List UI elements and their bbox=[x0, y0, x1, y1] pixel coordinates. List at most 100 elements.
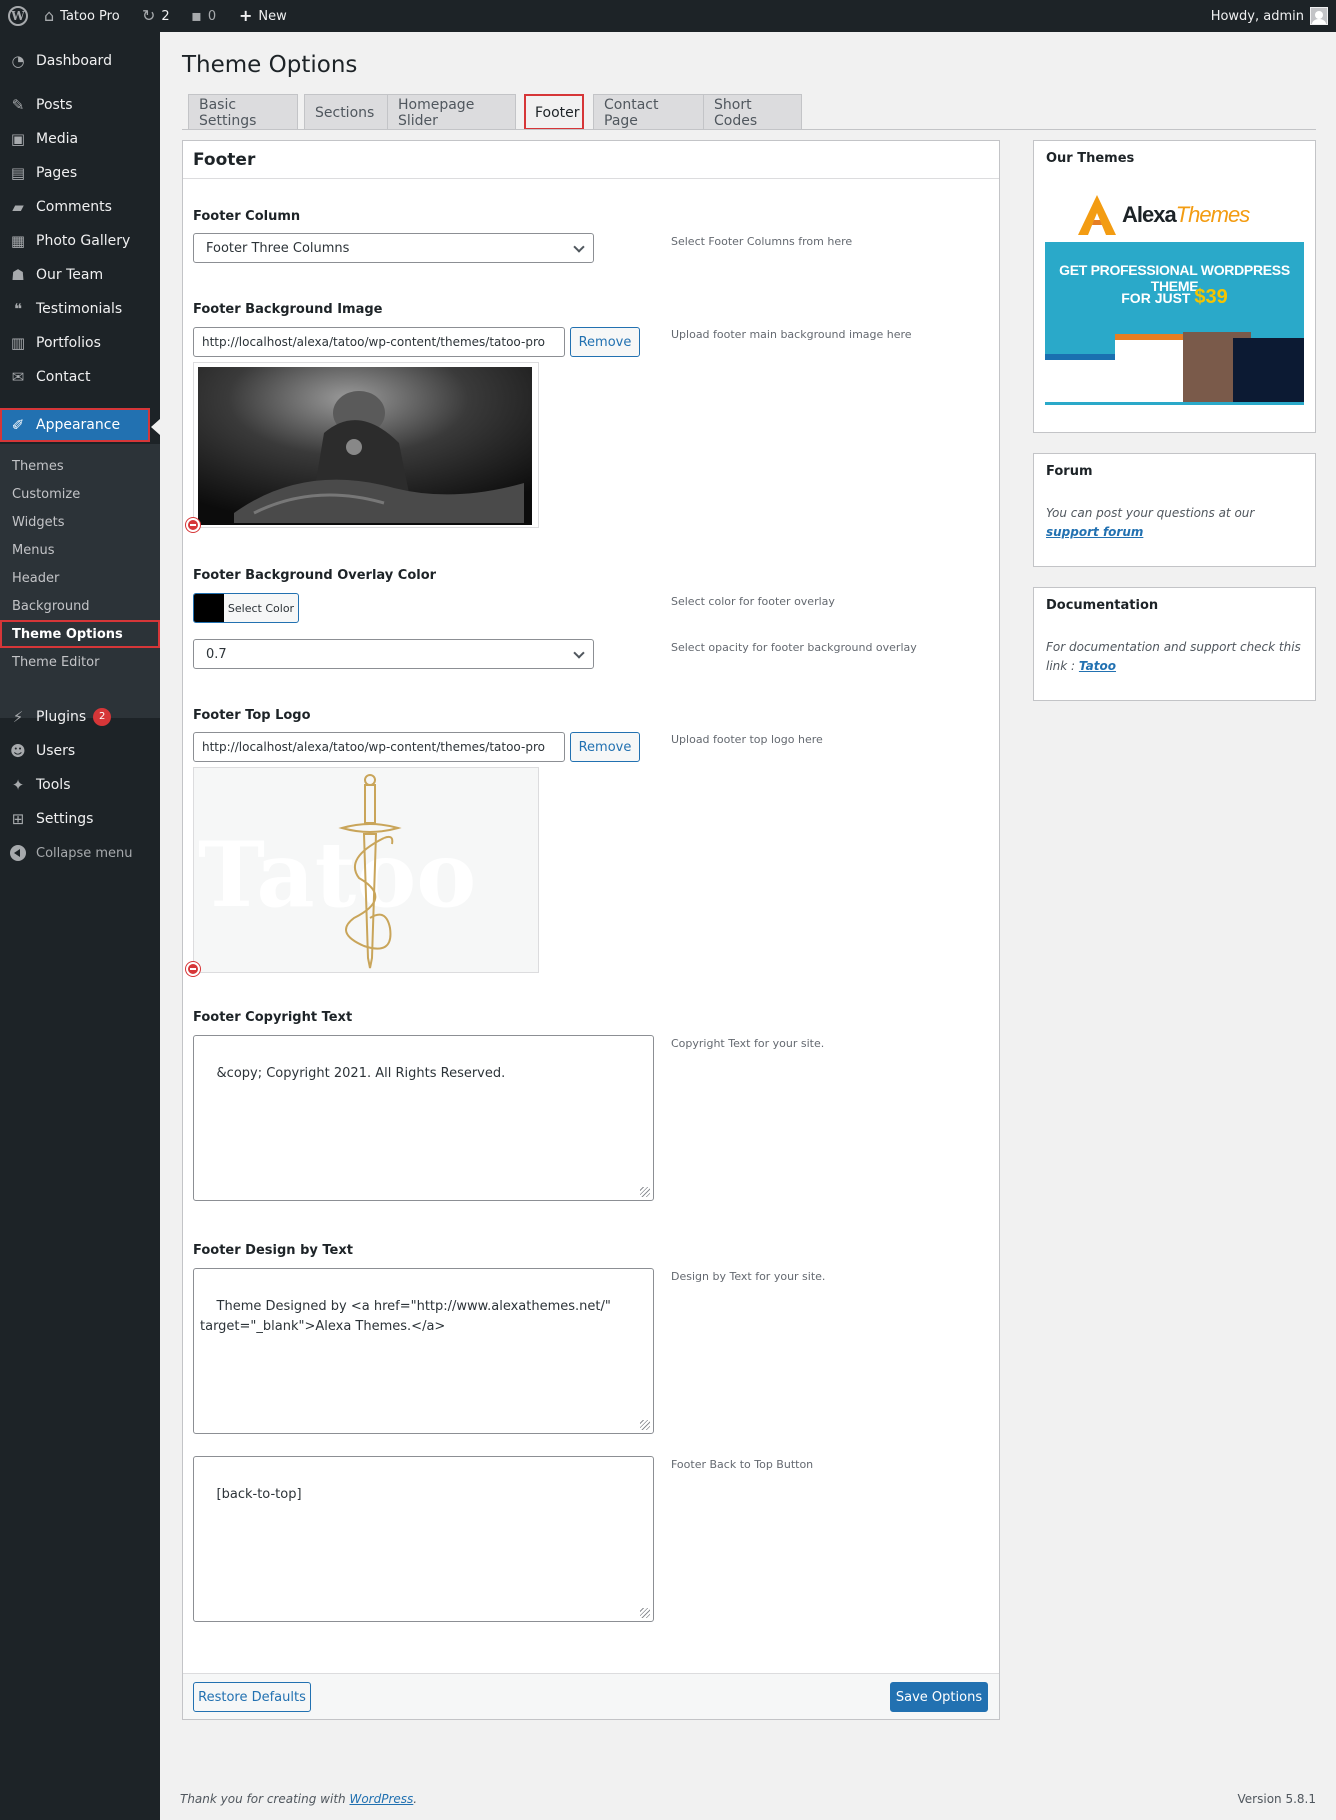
bg-image-remove-button[interactable]: Remove bbox=[570, 327, 640, 357]
design-by-textarea[interactable]: Theme Designed by <a href="http://www.al… bbox=[193, 1268, 654, 1434]
comments-count: 0 bbox=[207, 8, 217, 24]
resize-handle-icon[interactable] bbox=[640, 1187, 650, 1197]
sidebar-item-settings[interactable]: ⊞ Settings bbox=[0, 802, 160, 836]
top-logo-remove-icon[interactable] bbox=[186, 962, 200, 976]
submenu-item-theme-editor[interactable]: Theme Editor bbox=[0, 648, 160, 676]
site-name-link[interactable]: ⌂ Tatoo Pro bbox=[44, 0, 120, 32]
footer-column-label: Footer Column bbox=[193, 209, 301, 224]
portfolio-icon: ▥ bbox=[10, 334, 26, 352]
pin-icon: ✎ bbox=[11, 96, 25, 114]
submenu-item-menus[interactable]: Menus bbox=[0, 536, 160, 564]
bg-image-remove-icon[interactable] bbox=[186, 518, 200, 532]
footer-column-select[interactable]: Footer Three Columns bbox=[193, 233, 594, 263]
updates-count: 2 bbox=[161, 8, 170, 24]
support-forum-link[interactable]: support forum bbox=[1046, 525, 1143, 539]
submenu-item-widgets[interactable]: Widgets bbox=[0, 508, 160, 536]
new-content-link[interactable]: + New bbox=[239, 0, 287, 32]
back-to-top-desc: Footer Back to Top Button bbox=[671, 1458, 814, 1471]
quote-icon: ❝ bbox=[13, 300, 23, 318]
user-icon: ☻ bbox=[10, 742, 26, 760]
comment-icon: ▰ bbox=[12, 198, 24, 216]
tab-short-codes[interactable]: Short Codes bbox=[703, 94, 802, 130]
promo-line2: FOR JUST $39 bbox=[1121, 286, 1228, 308]
submenu-item-themes[interactable]: Themes bbox=[0, 452, 160, 480]
save-options-button[interactable]: Save Options bbox=[890, 1682, 988, 1712]
bg-image-desc: Upload footer main background image here bbox=[671, 328, 912, 341]
design-by-desc: Design by Text for your site. bbox=[671, 1270, 826, 1283]
sidebar-item-comments[interactable]: ▰ Comments bbox=[0, 190, 160, 224]
alexathemes-logo[interactable]: AlexaThemes bbox=[1078, 195, 1250, 235]
wordpress-logo-icon[interactable]: W bbox=[6, 0, 30, 32]
panel-actions: Restore Defaults Save Options bbox=[183, 1673, 999, 1719]
brand-name: AlexaThemes bbox=[1122, 202, 1250, 227]
footer-column-desc: Select Footer Columns from here bbox=[671, 235, 853, 248]
sidebar-item-dashboard[interactable]: ◔ Dashboard bbox=[0, 44, 160, 78]
page-title: Theme Options bbox=[182, 52, 358, 78]
current-menu-arrow bbox=[151, 419, 160, 435]
top-logo-label: Footer Top Logo bbox=[193, 708, 311, 723]
sidebar-item-tools[interactable]: ✦ Tools bbox=[0, 768, 160, 802]
restore-defaults-button[interactable]: Restore Defaults bbox=[193, 1682, 311, 1712]
submenu-item-customize[interactable]: Customize bbox=[0, 480, 160, 508]
collapse-menu-button[interactable]: Collapse menu bbox=[0, 836, 160, 870]
user-account-link[interactable]: Howdy, admin bbox=[1211, 0, 1328, 32]
sidebar-item-portfolios[interactable]: ▥ Portfolios bbox=[0, 326, 160, 360]
sidebar-item-posts[interactable]: ✎ Posts bbox=[0, 88, 160, 122]
promo-banner[interactable]: GET PROFESSIONAL WORDPRESS THEME FOR JUS… bbox=[1045, 242, 1304, 405]
design-by-value: Theme Designed by <a href="http://www.al… bbox=[200, 1299, 611, 1334]
chevron-down-icon bbox=[573, 241, 585, 253]
howdy-text: Howdy, admin bbox=[1210, 8, 1304, 24]
overlay-opacity-desc: Select opacity for footer background ove… bbox=[671, 641, 917, 654]
sidebar-item-contact[interactable]: ✉ Contact bbox=[0, 360, 160, 394]
resize-handle-icon[interactable] bbox=[640, 1608, 650, 1618]
forum-text: You can post your questions at our suppo… bbox=[1046, 506, 1255, 539]
tab-basic-settings[interactable]: Basic Settings bbox=[188, 94, 298, 130]
avatar bbox=[1310, 7, 1328, 25]
sidebar-item-plugins[interactable]: ⚡ Plugins 2 bbox=[0, 700, 160, 734]
tatoo-docs-link[interactable]: Tatoo bbox=[1079, 659, 1116, 673]
tab-homepage-slider[interactable]: Homepage Slider bbox=[387, 94, 516, 130]
documentation-widget: Documentation For documentation and supp… bbox=[1033, 587, 1316, 701]
settings-icon: ⊞ bbox=[11, 810, 25, 828]
updates-link[interactable]: ↻ 2 bbox=[142, 0, 170, 32]
sidebar-item-media[interactable]: ▣ Media bbox=[0, 122, 160, 156]
comments-link[interactable]: ▪ 0 bbox=[191, 0, 216, 32]
sidebar-item-testimonials[interactable]: ❝ Testimonials bbox=[0, 292, 160, 326]
back-to-top-textarea[interactable]: [back-to-top] bbox=[193, 1456, 654, 1622]
theme-preview-2 bbox=[1115, 334, 1185, 402]
copyright-label: Footer Copyright Text bbox=[193, 1010, 353, 1025]
tab-contact-page[interactable]: Contact Page bbox=[593, 94, 706, 130]
tab-sections[interactable]: Sections bbox=[304, 94, 388, 130]
submenu-item-theme-options[interactable]: Theme Options bbox=[0, 620, 160, 648]
top-logo-remove-button[interactable]: Remove bbox=[570, 732, 640, 762]
tab-footer[interactable]: Footer bbox=[524, 94, 584, 130]
sidebar-item-appearance[interactable]: ✐ Appearance bbox=[0, 408, 150, 442]
wordpress-link[interactable]: WordPress bbox=[349, 1792, 413, 1806]
resize-handle-icon[interactable] bbox=[640, 1420, 650, 1430]
submenu-item-background[interactable]: Background bbox=[0, 592, 160, 620]
overlay-opacity-select[interactable]: 0.7 bbox=[193, 639, 594, 669]
overlay-color-picker[interactable]: Select Color bbox=[193, 593, 299, 623]
pages-icon: ▤ bbox=[10, 164, 26, 182]
design-by-label: Footer Design by Text bbox=[193, 1243, 353, 1258]
brush-icon: ✐ bbox=[11, 416, 25, 434]
overlay-color-desc: Select color for footer overlay bbox=[671, 595, 835, 608]
theme-preview-1 bbox=[1045, 354, 1115, 402]
promo-price: $39 bbox=[1194, 286, 1228, 308]
top-logo-url-input[interactable]: http://localhost/alexa/tatoo/wp-content/… bbox=[193, 732, 565, 762]
submenu-item-header[interactable]: Header bbox=[0, 564, 160, 592]
panel-heading: Footer bbox=[183, 141, 999, 179]
documentation-text: For documentation and support check this… bbox=[1046, 640, 1301, 673]
logo-watermark: Tatoo bbox=[198, 822, 476, 928]
bg-image-url-input[interactable]: http://localhost/alexa/tatoo/wp-content/… bbox=[193, 327, 565, 357]
chevron-down-icon bbox=[573, 647, 585, 659]
sidebar-item-photo-gallery[interactable]: ▦ Photo Gallery bbox=[0, 224, 160, 258]
sidebar-item-users[interactable]: ☻ Users bbox=[0, 734, 160, 768]
comment-bubble-icon: ▪ bbox=[191, 6, 202, 25]
bg-image-label: Footer Background Image bbox=[193, 302, 383, 317]
dagger-snake-logo: Tatoo bbox=[198, 774, 476, 969]
sidebar-item-our-team[interactable]: ☗ Our Team bbox=[0, 258, 160, 292]
top-logo-preview: Tatoo bbox=[193, 767, 539, 973]
copyright-textarea[interactable]: &copy; Copyright 2021. All Rights Reserv… bbox=[193, 1035, 654, 1201]
sidebar-item-pages[interactable]: ▤ Pages bbox=[0, 156, 160, 190]
